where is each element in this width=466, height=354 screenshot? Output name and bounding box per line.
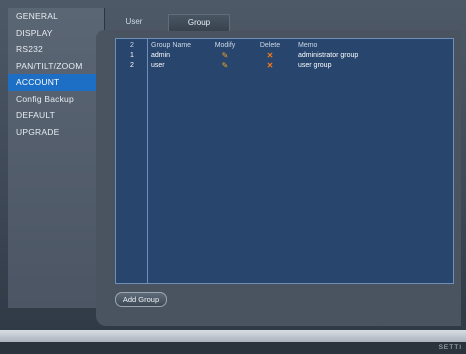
settings-sidebar: GENERAL DISPLAY RS232 PAN/TILT/ZOOM ACCO…: [8, 8, 105, 308]
table-header: 2 Group Name Modify Delete Memo: [116, 41, 453, 51]
delete-button[interactable]: ✕: [258, 61, 282, 72]
row-memo: administrator group: [298, 52, 359, 59]
close-icon[interactable]: ✕: [267, 61, 274, 70]
sidebar-item-upgrade[interactable]: UPGRADE: [8, 124, 104, 141]
modify-button[interactable]: ✎: [213, 61, 237, 72]
pencil-icon[interactable]: ✎: [222, 61, 229, 70]
header-memo: Memo: [298, 42, 318, 49]
row-number: 2: [130, 62, 134, 69]
pencil-icon[interactable]: ✎: [222, 51, 229, 60]
sidebar-item-pan-tilt-zoom[interactable]: PAN/TILT/ZOOM: [8, 58, 104, 75]
row-group-name: user: [151, 62, 165, 69]
header-delete: Delete: [259, 42, 281, 49]
table-row[interactable]: 1 admin ✎ ✕ administrator group: [116, 51, 453, 61]
add-group-button[interactable]: Add Group: [115, 292, 167, 307]
table-row[interactable]: 2 user ✎ ✕ user group: [116, 61, 453, 71]
tab-user[interactable]: User: [108, 14, 160, 30]
row-memo: user group: [298, 62, 332, 69]
sidebar-item-default[interactable]: DEFAULT: [8, 107, 104, 124]
sidebar-item-account[interactable]: ACCOUNT: [8, 74, 104, 91]
status-text: SETTI: [438, 344, 462, 351]
row-group-name: admin: [151, 52, 171, 59]
header-group-name: Group Name: [151, 42, 192, 49]
sidebar-item-general[interactable]: GENERAL: [8, 8, 104, 25]
sidebar-item-config-backup[interactable]: Config Backup: [8, 91, 104, 108]
tab-group[interactable]: Group: [168, 14, 230, 31]
column-divider: [147, 39, 148, 283]
sidebar-item-rs232[interactable]: RS232: [8, 41, 104, 58]
header-number: 2: [130, 42, 134, 49]
header-modify: Modify: [214, 42, 236, 49]
bottom-bar: [0, 330, 466, 342]
row-number: 1: [130, 52, 134, 59]
status-strip: [0, 342, 466, 354]
sidebar-item-display[interactable]: DISPLAY: [8, 25, 104, 42]
group-table: 2 Group Name Modify Delete Memo 1 admin …: [115, 38, 454, 284]
close-icon[interactable]: ✕: [267, 51, 274, 60]
